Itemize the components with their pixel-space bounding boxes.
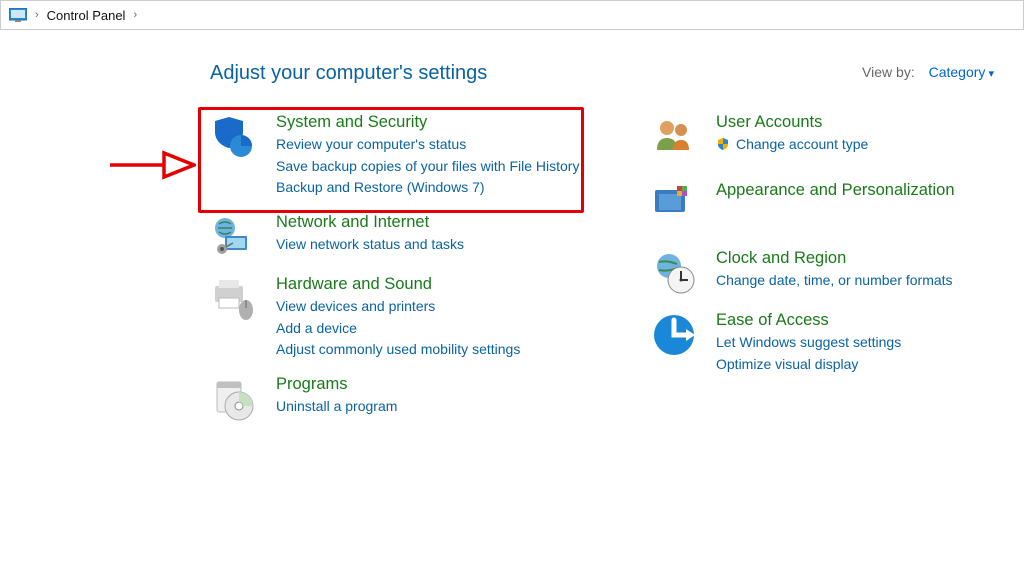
category-user-accounts: User Accounts Change account type <box>650 113 980 161</box>
category-body: User Accounts Change account type <box>716 113 980 161</box>
category-body: Programs Uninstall a program <box>276 375 610 423</box>
sublink-text: Change account type <box>736 134 868 156</box>
category-sublink[interactable]: Add a device <box>276 318 610 340</box>
ease-of-access-icon <box>650 311 698 359</box>
disc-box-icon <box>210 375 258 423</box>
category-sublink[interactable]: Backup and Restore (Windows 7) <box>276 177 610 199</box>
viewby-dropdown[interactable]: Category <box>929 64 994 80</box>
category-network: Network and Internet View network status… <box>210 213 610 261</box>
column-left: System and Security Review your computer… <box>210 113 610 437</box>
category-system-security: System and Security Review your computer… <box>210 113 610 199</box>
category-programs: Programs Uninstall a program <box>210 375 610 423</box>
category-title-link[interactable]: Appearance and Personalization <box>716 181 980 200</box>
address-bar[interactable]: › Control Panel › <box>0 0 1024 30</box>
content: Adjust your computer's settings View by:… <box>0 30 1024 437</box>
chevron-right-icon: › <box>133 9 137 21</box>
category-sublink[interactable]: Review your computer's status <box>276 134 610 156</box>
category-body: Appearance and Personalization <box>716 181 980 229</box>
category-ease-of-access: Ease of Access Let Windows suggest setti… <box>650 311 980 375</box>
control-panel-icon <box>9 8 27 22</box>
category-sublink[interactable]: Uninstall a program <box>276 396 610 418</box>
category-sublink[interactable]: Change date, time, or number formats <box>716 270 980 292</box>
breadcrumb-root[interactable]: Control Panel <box>47 8 126 23</box>
uac-shield-icon <box>716 137 732 153</box>
category-title-link[interactable]: Ease of Access <box>716 311 980 330</box>
category-sublink[interactable]: Change account type <box>716 134 868 156</box>
category-sublink[interactable]: View network status and tasks <box>276 234 610 256</box>
chevron-right-icon: › <box>35 9 39 21</box>
category-sublink[interactable]: Save backup copies of your files with Fi… <box>276 156 610 178</box>
viewby-label: View by: <box>862 64 915 80</box>
category-appearance: Appearance and Personalization <box>650 181 980 229</box>
category-title-link[interactable]: Hardware and Sound <box>276 275 610 294</box>
category-title-link[interactable]: User Accounts <box>716 113 980 132</box>
shield-icon <box>210 113 258 161</box>
globe-network-icon <box>210 213 258 261</box>
category-title-link[interactable]: System and Security <box>276 113 610 132</box>
category-sublink[interactable]: View devices and printers <box>276 296 610 318</box>
category-body: Hardware and Sound View devices and prin… <box>276 275 610 361</box>
category-sublink[interactable]: Adjust commonly used mobility settings <box>276 339 610 361</box>
clock-globe-icon <box>650 249 698 297</box>
category-sublink[interactable]: Optimize visual display <box>716 354 980 376</box>
viewby: View by: Category <box>862 64 994 80</box>
category-body: Network and Internet View network status… <box>276 213 610 261</box>
category-clock-region: Clock and Region Change date, time, or n… <box>650 249 980 297</box>
appearance-icon <box>650 181 698 229</box>
category-title-link[interactable]: Programs <box>276 375 610 394</box>
category-body: System and Security Review your computer… <box>276 113 610 199</box>
category-hardware: Hardware and Sound View devices and prin… <box>210 275 610 361</box>
category-columns: System and Security Review your computer… <box>210 113 994 437</box>
category-body: Ease of Access Let Windows suggest setti… <box>716 311 980 375</box>
column-right: User Accounts Change account type <box>650 113 980 437</box>
category-title-link[interactable]: Network and Internet <box>276 213 610 232</box>
category-sublink[interactable]: Let Windows suggest settings <box>716 332 980 354</box>
category-body: Clock and Region Change date, time, or n… <box>716 249 980 297</box>
users-icon <box>650 113 698 161</box>
category-title-link[interactable]: Clock and Region <box>716 249 980 268</box>
printer-mouse-icon <box>210 275 258 323</box>
